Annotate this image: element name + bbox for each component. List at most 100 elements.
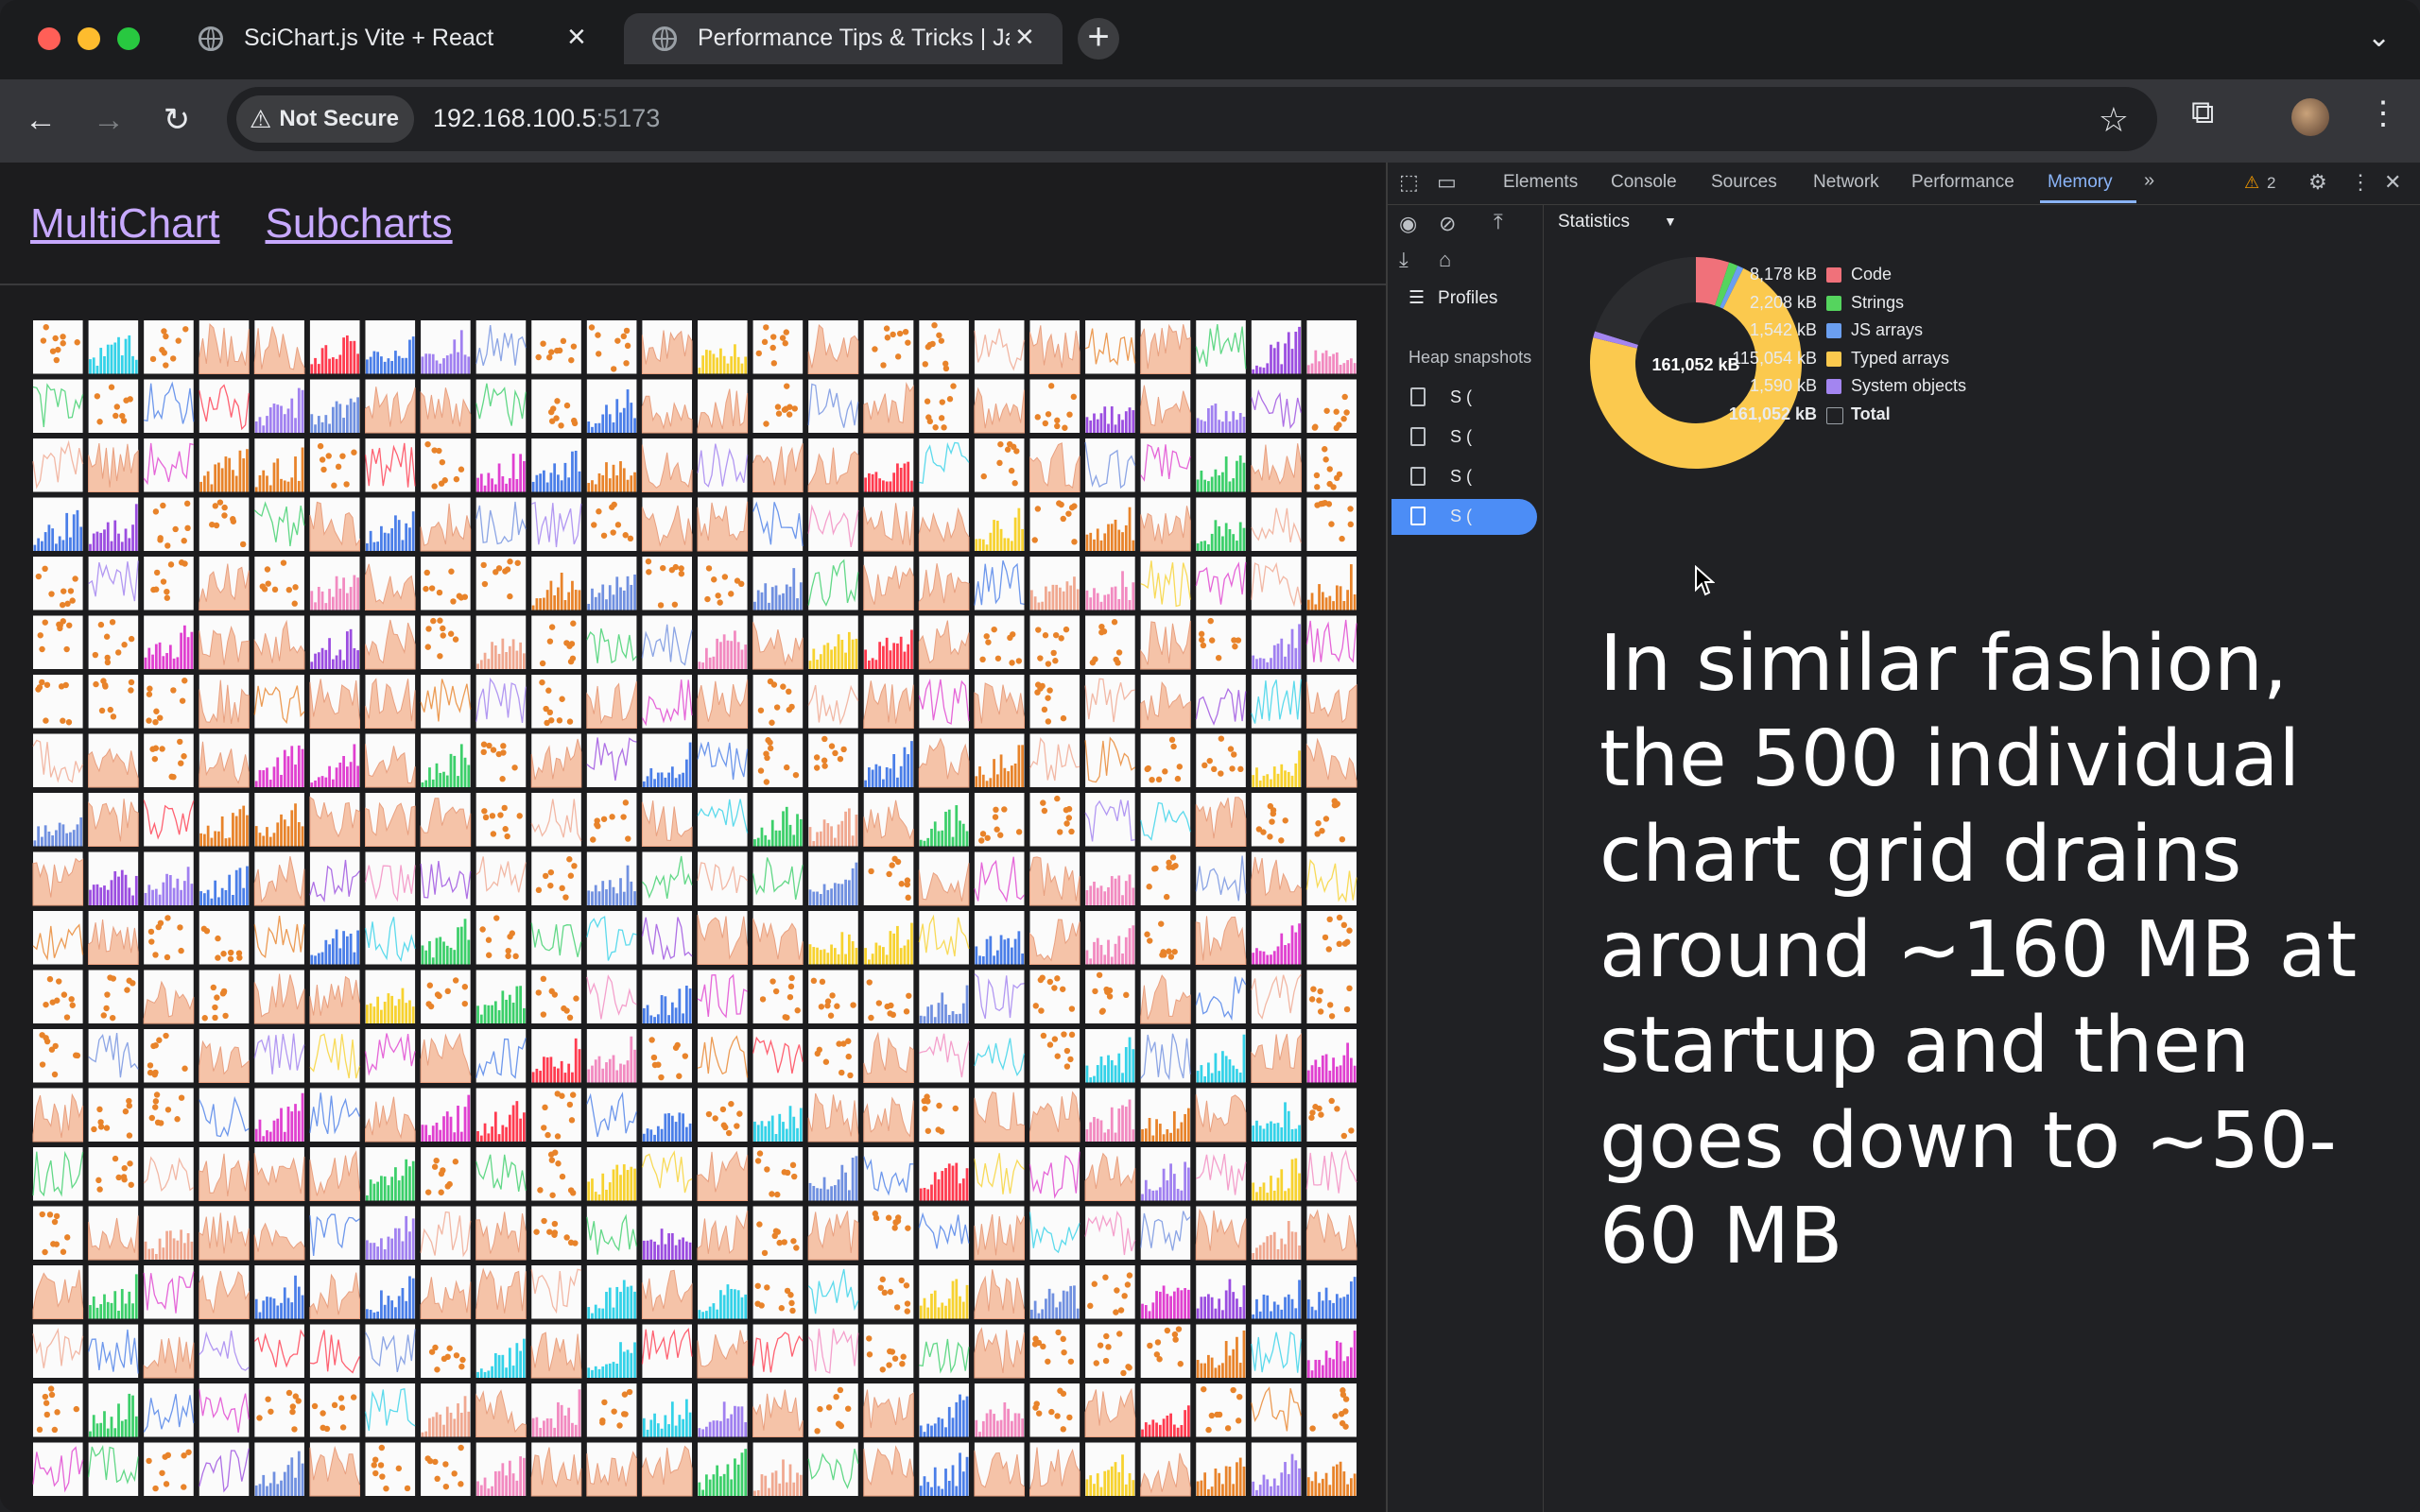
mini-chart[interactable] [918,497,970,552]
mini-chart[interactable] [974,1442,1025,1497]
kebab-icon[interactable]: ⋮ [2350,170,2371,195]
mini-chart[interactable] [1140,793,1191,847]
mini-chart[interactable] [253,1029,305,1083]
mini-chart[interactable] [33,497,83,552]
mini-chart[interactable] [1140,320,1191,374]
mini-chart[interactable] [642,970,692,1024]
mini-chart[interactable] [1306,911,1357,965]
mini-chart[interactable] [642,557,692,610]
mini-chart[interactable] [1140,1324,1191,1379]
tab-memory[interactable]: Memory [2048,172,2113,193]
mini-chart[interactable] [309,1265,360,1319]
mini-chart[interactable] [586,970,637,1024]
mini-chart[interactable] [32,1442,84,1497]
mini-chart[interactable] [199,497,250,552]
mini-chart[interactable] [752,1383,804,1437]
mini-chart[interactable] [199,733,250,788]
tab-network[interactable]: Network [1813,172,1879,193]
mini-chart[interactable] [365,1442,416,1497]
security-chip[interactable]: ⚠ Not Secure [236,95,415,143]
mini-chart[interactable] [365,1088,416,1143]
mini-chart[interactable] [33,1383,83,1437]
mini-chart[interactable] [752,1442,804,1497]
mini-chart[interactable] [918,911,970,965]
close-tab-icon[interactable]: × [567,21,586,53]
star-icon[interactable]: ☆ [2099,100,2129,140]
mini-chart[interactable] [642,733,692,788]
mini-chart[interactable] [698,320,748,374]
mini-chart[interactable] [974,1206,1025,1261]
mini-chart[interactable] [808,970,858,1024]
mini-chart[interactable] [974,675,1025,729]
mini-chart[interactable] [1029,1442,1080,1497]
mini-chart[interactable] [530,733,582,788]
mini-chart[interactable] [974,1265,1025,1319]
mini-chart[interactable] [364,911,416,965]
mini-chart[interactable] [88,675,139,729]
mini-chart[interactable] [1305,615,1357,670]
mini-chart[interactable] [33,675,83,729]
mini-chart[interactable] [863,970,914,1024]
mini-chart[interactable] [1306,379,1357,434]
mini-chart[interactable] [974,733,1025,788]
mini-chart[interactable] [364,1029,416,1083]
mini-chart[interactable] [88,1088,139,1143]
mini-chart[interactable] [863,911,914,965]
mini-chart[interactable] [32,851,84,906]
mini-chart[interactable] [641,438,693,492]
back-icon[interactable]: ← [19,98,62,142]
mini-chart[interactable] [1029,320,1080,374]
mini-chart[interactable] [808,1147,858,1201]
mini-chart[interactable] [1195,793,1247,847]
mini-chart[interactable] [1085,1265,1135,1319]
tab-elements[interactable]: Elements [1503,172,1578,193]
mini-chart[interactable] [530,1442,582,1497]
mini-chart[interactable] [1140,1147,1191,1201]
mini-chart[interactable] [309,733,360,788]
mini-chart[interactable] [1029,970,1080,1024]
mini-chart[interactable] [1085,1324,1135,1379]
mini-chart[interactable] [1029,615,1080,670]
mini-chart[interactable] [1195,911,1247,965]
mini-chart[interactable] [1085,379,1135,434]
mini-chart[interactable] [1195,1206,1247,1261]
mini-chart[interactable] [1029,557,1080,610]
mini-chart[interactable] [199,1029,250,1083]
mini-chart[interactable] [1251,1029,1302,1083]
multichart-link[interactable]: MultiChart [30,200,220,247]
mini-chart[interactable] [475,1383,527,1437]
mini-chart[interactable] [531,497,582,552]
mini-chart[interactable] [698,557,748,610]
mini-chart[interactable] [1305,1206,1357,1261]
mini-chart[interactable] [974,1088,1025,1143]
mini-chart[interactable] [1029,1265,1080,1319]
mini-chart[interactable] [641,379,693,434]
mini-chart[interactable] [863,379,914,434]
mini-chart[interactable] [752,557,804,610]
mini-chart[interactable] [199,851,250,906]
mini-chart[interactable] [586,615,637,670]
mini-chart[interactable] [364,1383,416,1437]
mini-chart[interactable] [531,1147,581,1201]
warning-icon[interactable]: ⚠ [2244,173,2259,193]
mini-chart[interactable] [421,320,471,374]
mini-chart[interactable] [808,793,858,847]
mini-chart[interactable] [309,1206,360,1261]
mini-chart[interactable] [475,438,527,492]
mini-chart[interactable] [918,1206,970,1261]
mini-chart[interactable] [1085,970,1135,1024]
mini-chart[interactable] [143,1265,195,1319]
mini-chart[interactable] [1306,1088,1357,1143]
mini-chart[interactable] [475,1324,527,1379]
mini-chart[interactable] [531,379,581,434]
mini-chart[interactable] [32,379,84,434]
mini-chart[interactable] [1195,557,1247,610]
mini-chart[interactable] [253,1206,305,1261]
mini-chart[interactable] [752,1147,804,1201]
mini-chart[interactable] [32,1147,84,1201]
mini-chart[interactable] [808,1029,858,1083]
mini-chart[interactable] [697,851,749,906]
mini-chart[interactable] [531,1383,581,1437]
mini-chart[interactable] [863,851,914,906]
mini-chart[interactable] [421,1147,471,1201]
